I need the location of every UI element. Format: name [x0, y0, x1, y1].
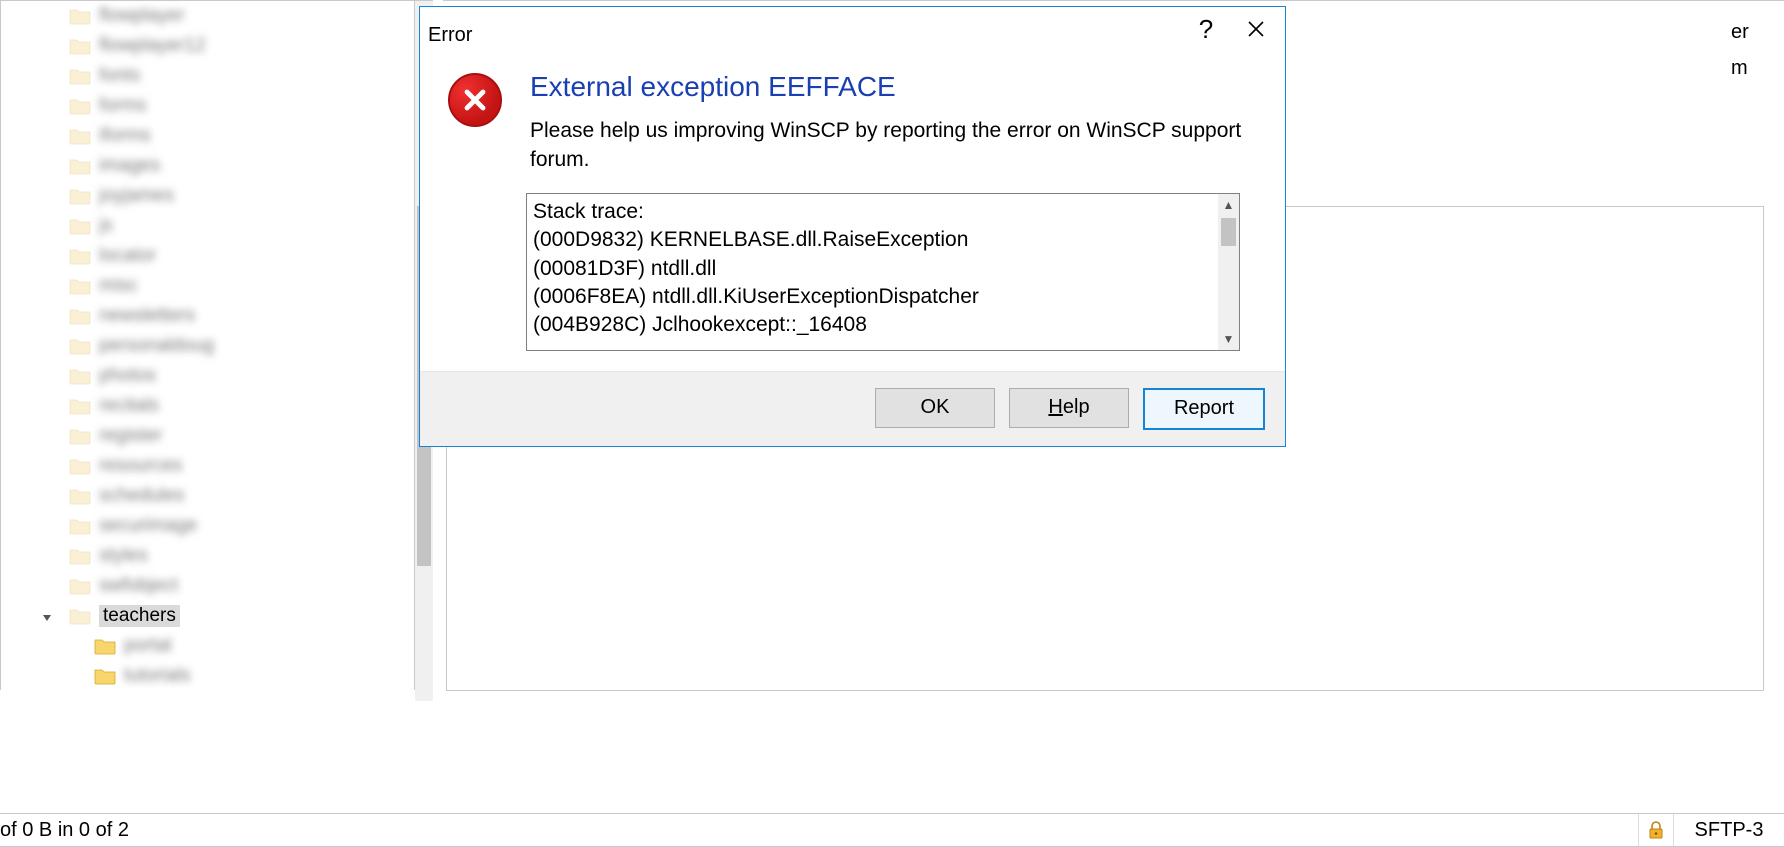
- tree-item[interactable]: personaldoug: [1, 331, 414, 361]
- tree-item-label: portal: [124, 635, 172, 657]
- folder-icon: [69, 457, 91, 475]
- folder-icon: [69, 307, 91, 325]
- tree-item[interactable]: tutorials: [1, 661, 414, 690]
- status-protocol: SFTP-3: [1673, 814, 1784, 846]
- tree-item-label: iforms: [99, 125, 151, 147]
- folder-icon: [69, 97, 91, 115]
- chevron-down-icon[interactable]: [39, 610, 55, 626]
- lock-icon: [1638, 814, 1673, 846]
- folder-icon: [69, 157, 91, 175]
- tree-item[interactable]: misc: [1, 271, 414, 301]
- folder-icon: [94, 637, 116, 655]
- tree-item-label: joyjames: [99, 185, 174, 207]
- folder-icon: [69, 607, 91, 625]
- folder-icon: [69, 397, 91, 415]
- tree-item[interactable]: register: [1, 421, 414, 451]
- tree-item-label: styles: [99, 545, 148, 567]
- dialog-titlebar[interactable]: Error ?: [420, 7, 1285, 51]
- dialog-buttonbar: OK Help Report: [420, 371, 1285, 446]
- tree-item-label: misc: [99, 275, 138, 297]
- dialog-heading: External exception EEFFACE: [530, 71, 1257, 103]
- tree-item[interactable]: forms: [1, 91, 414, 121]
- peek-text-2: m: [1731, 57, 1748, 80]
- close-icon[interactable]: [1231, 9, 1281, 49]
- tree-item[interactable]: flowplayer: [1, 1, 414, 31]
- folder-icon: [69, 337, 91, 355]
- stack-trace-text[interactable]: Stack trace: (000D9832) KERNELBASE.dll.R…: [533, 198, 1217, 346]
- tree-item-label: forms: [99, 95, 147, 117]
- tree-item-label: swfobject: [99, 575, 178, 597]
- tree-item[interactable]: locator: [1, 241, 414, 271]
- trace-scrollbar[interactable]: ▲ ▼: [1218, 194, 1239, 350]
- folder-icon: [69, 247, 91, 265]
- folder-icon: [69, 487, 91, 505]
- peek-text-1: er: [1731, 21, 1749, 44]
- tree-item[interactable]: newsletters: [1, 301, 414, 331]
- help-button[interactable]: Help: [1009, 388, 1129, 428]
- tree-item[interactable]: portal: [1, 631, 414, 661]
- dialog-body: External exception EEFFACE Please help u…: [420, 51, 1285, 371]
- folder-icon: [69, 577, 91, 595]
- folder-icon: [69, 127, 91, 145]
- tree-item[interactable]: js: [1, 211, 414, 241]
- tree-item[interactable]: teachers: [1, 601, 414, 631]
- tree-item[interactable]: iforms: [1, 121, 414, 151]
- tree-item[interactable]: schedules: [1, 481, 414, 511]
- tree-item[interactable]: recitals: [1, 391, 414, 421]
- dialog-message: Please help us improving WinSCP by repor…: [530, 117, 1257, 175]
- folder-icon: [69, 187, 91, 205]
- tree-item-label: personaldoug: [99, 335, 214, 357]
- scroll-up-icon[interactable]: ▲: [1223, 194, 1235, 216]
- error-icon: [448, 73, 502, 127]
- tree-item[interactable]: resources: [1, 451, 414, 481]
- tree-item-label: resources: [99, 455, 182, 477]
- folder-icon: [69, 37, 91, 55]
- folder-icon: [69, 427, 91, 445]
- tree-item[interactable]: fonts: [1, 61, 414, 91]
- tree-item-label: schedules: [99, 485, 185, 507]
- folder-icon: [69, 367, 91, 385]
- tree-item[interactable]: photos: [1, 361, 414, 391]
- tree-item-label: locator: [99, 245, 156, 267]
- status-left: of 0 B in 0 of 2: [0, 819, 1638, 842]
- status-bar: of 0 B in 0 of 2 SFTP-3: [0, 813, 1784, 847]
- tree-item[interactable]: styles: [1, 541, 414, 571]
- help-icon[interactable]: ?: [1181, 9, 1231, 49]
- ok-label: OK: [921, 396, 950, 419]
- tree-item-label: photos: [99, 365, 156, 387]
- tree-item-label: images: [99, 155, 160, 177]
- tree-item[interactable]: flowplayer12: [1, 31, 414, 61]
- tree-item-label: register: [99, 425, 162, 447]
- report-label: Report: [1174, 397, 1234, 420]
- tree-item-label: flowplayer12: [99, 35, 206, 57]
- tree-item-label: securimage: [99, 515, 197, 537]
- tree-item-label: tutorials: [124, 665, 191, 687]
- error-dialog: Error ? External exception EEFFACE Pleas…: [419, 6, 1286, 447]
- stack-trace-box: Stack trace: (000D9832) KERNELBASE.dll.R…: [526, 193, 1240, 351]
- tree-item-label: newsletters: [99, 305, 195, 327]
- tree-item-label: teachers: [99, 605, 180, 627]
- folder-icon: [69, 277, 91, 295]
- trace-scroll-thumb[interactable]: [1221, 218, 1236, 246]
- tree-item-label: fonts: [99, 65, 140, 87]
- tree-item-label: recitals: [99, 395, 159, 417]
- tree-item[interactable]: securimage: [1, 511, 414, 541]
- folder-icon: [94, 667, 116, 685]
- tree-item-label: flowplayer: [99, 5, 185, 27]
- folder-icon: [69, 547, 91, 565]
- tree-item[interactable]: images: [1, 151, 414, 181]
- help-label: Help: [1048, 396, 1089, 419]
- dialog-title: Error: [428, 12, 1181, 47]
- folder-icon: [69, 217, 91, 235]
- tree-item[interactable]: joyjames: [1, 181, 414, 211]
- ok-button[interactable]: OK: [875, 388, 995, 428]
- folder-tree[interactable]: flowplayer flowplayer12 fonts forms ifor…: [0, 0, 415, 690]
- tree-item[interactable]: swfobject: [1, 571, 414, 601]
- folder-icon: [69, 67, 91, 85]
- report-button[interactable]: Report: [1143, 388, 1265, 430]
- folder-icon: [69, 7, 91, 25]
- tree-item-label: js: [99, 215, 113, 237]
- scroll-down-icon[interactable]: ▼: [1223, 328, 1235, 350]
- folder-icon: [69, 517, 91, 535]
